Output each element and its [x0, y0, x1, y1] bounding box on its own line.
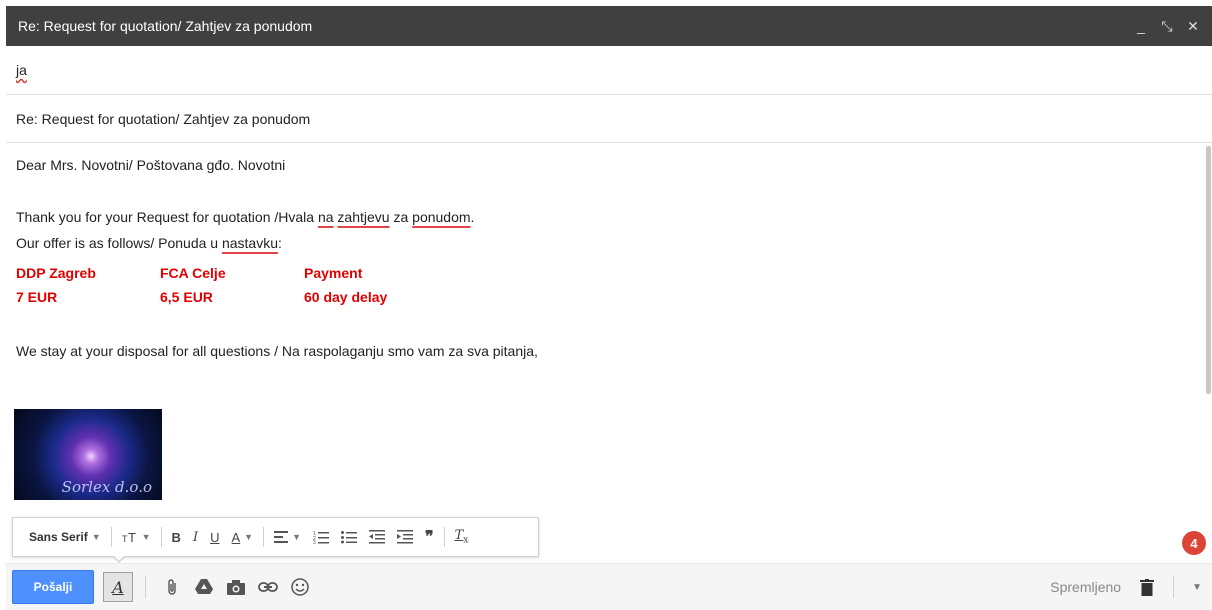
quote-button[interactable]: ❞: [419, 523, 440, 551]
more-options-chevron-down-icon[interactable]: ▼: [1192, 582, 1202, 593]
compose-action-bar: Pošalji A Spremljeno ▼: [6, 563, 1212, 610]
svg-text:T: T: [128, 530, 136, 544]
numbered-list-button[interactable]: 123: [307, 523, 335, 551]
send-button[interactable]: Pošalji: [12, 570, 94, 604]
offer-intro-text: :: [278, 235, 282, 251]
bulleted-list-icon: [340, 531, 357, 544]
thanks-text: za: [389, 209, 413, 225]
toolbar-divider: [443, 527, 445, 547]
offer-value-cell: 6,5 EUR: [160, 289, 213, 305]
text-size-button[interactable]: TT ▼: [116, 523, 157, 551]
underline-button[interactable]: U: [204, 523, 225, 551]
offer-value-row: 7 EUR 6,5 EUR 60 day delay: [16, 285, 1194, 309]
insert-drive-button[interactable]: [188, 572, 220, 602]
misspelled-word[interactable]: nastavku: [222, 235, 278, 251]
chevron-down-icon: ▼: [292, 532, 301, 542]
indent-less-icon: [368, 530, 385, 544]
offer-header-row: DDP Zagreb FCA Celje Payment: [16, 261, 1194, 285]
chevron-down-icon: ▼: [244, 532, 254, 542]
google-drive-icon: [195, 579, 213, 594]
text-color-button[interactable]: A ▼: [225, 523, 259, 551]
thanks-text: .: [470, 209, 475, 225]
numbered-list-icon: 123: [313, 531, 329, 544]
misspelled-word[interactable]: zahtjevu: [337, 209, 389, 225]
offer-intro-line: Our offer is as follows/ Ponuda u nastav…: [16, 233, 1194, 253]
text-size-icon: TT: [122, 530, 136, 544]
bold-icon: B: [171, 529, 181, 545]
window-controls: _ ⤡ ✕: [1134, 18, 1212, 35]
italic-button[interactable]: I: [187, 523, 204, 551]
offer-value-cell: 7 EUR: [16, 289, 58, 305]
text-color-icon: A: [231, 529, 241, 545]
smiley-icon: [291, 578, 309, 596]
indent-more-icon: [396, 530, 413, 544]
action-bar-divider: [145, 576, 146, 598]
minimize-icon[interactable]: _: [1134, 18, 1148, 34]
indent-less-button[interactable]: [363, 523, 391, 551]
remove-formatting-button[interactable]: Tx: [449, 523, 475, 551]
quote-icon: ❞: [424, 529, 434, 546]
trash-icon: [1140, 578, 1155, 596]
draft-saved-status: Spremljeno: [1050, 579, 1122, 595]
subject-field[interactable]: Re: Request for quotation/ Zahtjev za po…: [6, 95, 1212, 143]
body-scrollbar-thumb[interactable]: [1206, 146, 1211, 394]
offer-header-cell: DDP Zagreb: [16, 265, 96, 281]
indent-more-button[interactable]: [391, 523, 419, 551]
align-button[interactable]: ▼: [268, 523, 307, 551]
svg-text:3: 3: [313, 540, 316, 544]
camera-icon: [227, 579, 245, 595]
popout-icon[interactable]: ⤡: [1160, 18, 1174, 35]
bulleted-list-button[interactable]: [335, 523, 363, 551]
thanks-text: Thank you for your Request for quotation…: [16, 209, 318, 225]
compose-title: Re: Request for quotation/ Zahtjev za po…: [18, 18, 313, 34]
insert-emoji-button[interactable]: [284, 572, 316, 602]
toolbar-divider: [160, 527, 162, 547]
italic-icon: I: [192, 529, 199, 545]
font-family-select[interactable]: Sans Serif ▼: [23, 523, 107, 551]
toolbar-divider: [263, 527, 265, 547]
bold-button[interactable]: B: [166, 523, 187, 551]
remove-formatting-icon: Tx: [454, 528, 469, 546]
formatting-toolbar: Sans Serif ▼ TT ▼ B I U A ▼ ▼ 123 ❞ Tx: [12, 517, 539, 557]
attach-file-button[interactable]: [156, 572, 188, 602]
offer-intro-text: Our offer is as follows/ Ponuda u: [16, 235, 222, 251]
chevron-down-icon: ▼: [91, 532, 101, 542]
offer-value-cell: 60 day delay: [304, 289, 388, 305]
offer-header-cell: FCA Celje: [160, 265, 226, 281]
align-left-icon: [274, 531, 289, 543]
insert-photo-button[interactable]: [220, 572, 252, 602]
recipients-field[interactable]: ja: [6, 46, 1212, 95]
discard-draft-button[interactable]: [1131, 572, 1163, 602]
link-icon: [258, 582, 278, 592]
greeting-line: Dear Mrs. Novotni/ Poštovana gđo. Novotn…: [16, 157, 286, 173]
signature-logo-image: Sorlex d.o.o: [14, 409, 162, 500]
close-icon[interactable]: ✕: [1186, 18, 1200, 35]
message-body[interactable]: Dear Mrs. Novotni/ Poštovana gđo. Novotn…: [6, 143, 1204, 563]
offer-header-cell: Payment: [304, 265, 363, 281]
formatting-options-toggle[interactable]: A: [103, 572, 133, 602]
notification-badge[interactable]: 4: [1182, 531, 1206, 555]
chevron-down-icon: ▼: [141, 532, 151, 542]
paperclip-icon: [168, 579, 176, 595]
thanks-line: Thank you for your Request for quotation…: [16, 207, 1194, 227]
closing-line: We stay at your disposal for all questio…: [16, 343, 538, 359]
action-bar-divider: [1173, 576, 1175, 598]
action-bar-right: Spremljeno ▼: [1050, 572, 1212, 602]
signature-logo-text: Sorlex d.o.o: [61, 478, 152, 496]
insert-link-button[interactable]: [252, 572, 284, 602]
underline-icon: U: [210, 529, 220, 545]
toolbar-divider: [110, 527, 112, 547]
font-family-label: Sans Serif: [29, 530, 88, 544]
compose-titlebar: Re: Request for quotation/ Zahtjev za po…: [6, 6, 1212, 46]
misspelled-word[interactable]: ponudom: [412, 209, 470, 225]
toolbar-pointer-inner: [113, 555, 125, 561]
recipient-chip[interactable]: ja: [16, 62, 27, 78]
misspelled-word[interactable]: na: [318, 209, 334, 225]
offer-table: DDP Zagreb FCA Celje Payment 7 EUR 6,5 E…: [16, 261, 1194, 309]
